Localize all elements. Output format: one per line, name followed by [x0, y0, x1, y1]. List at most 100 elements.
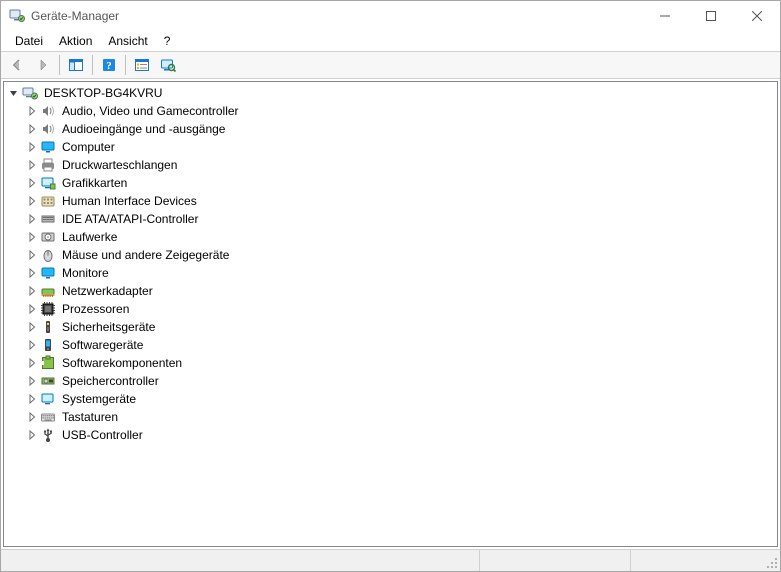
arrow-left-icon	[9, 57, 25, 73]
window-title: Geräte-Manager	[31, 9, 119, 23]
tree-category[interactable]: Computer	[6, 138, 777, 156]
collapse-icon[interactable]	[6, 85, 22, 101]
system-device-icon	[40, 391, 56, 407]
toolbar-separator	[92, 55, 93, 75]
tree-category[interactable]: Monitore	[6, 264, 777, 282]
expand-icon[interactable]	[24, 247, 40, 263]
tree-root-label: DESKTOP-BG4KVRU	[42, 86, 164, 100]
expand-icon[interactable]	[24, 337, 40, 353]
expand-icon[interactable]	[24, 103, 40, 119]
keyboard-icon	[40, 409, 56, 425]
expand-icon[interactable]	[24, 139, 40, 155]
ide-icon	[40, 211, 56, 227]
expand-icon[interactable]	[24, 193, 40, 209]
tree-category-label: Netzwerkadapter	[60, 284, 155, 298]
tree-category[interactable]: IDE ATA/ATAPI-Controller	[6, 210, 777, 228]
back-button[interactable]	[5, 53, 29, 77]
printer-icon	[40, 157, 56, 173]
display-adapter-icon	[40, 175, 56, 191]
tree-category[interactable]: Prozessoren	[6, 300, 777, 318]
tree-category-label: Grafikkarten	[60, 176, 129, 190]
statusbar	[1, 549, 780, 571]
menu-view[interactable]: Ansicht	[100, 32, 155, 50]
tree-category[interactable]: Laufwerke	[6, 228, 777, 246]
menu-help[interactable]: ?	[156, 32, 179, 50]
monitor-icon	[40, 265, 56, 281]
printer-icon	[40, 157, 56, 173]
expand-icon[interactable]	[24, 427, 40, 443]
usb-icon	[40, 427, 56, 443]
scan-hardware-button[interactable]	[156, 53, 180, 77]
tree-category[interactable]: Mäuse und andere Zeigegeräte	[6, 246, 777, 264]
maximize-button[interactable]	[688, 1, 734, 31]
device-tree[interactable]: DESKTOP-BG4KVRU Audio, Video und Gamecont…	[3, 81, 778, 547]
tree-category[interactable]: Human Interface Devices	[6, 192, 777, 210]
help-icon: ?	[101, 57, 117, 73]
minimize-button[interactable]	[642, 1, 688, 31]
tree-category[interactable]: USB-Controller	[6, 426, 777, 444]
monitor-icon	[40, 265, 56, 281]
scan-hardware-icon	[160, 57, 176, 73]
keyboard-icon	[40, 409, 56, 425]
software-component-icon	[40, 355, 56, 371]
resize-grip-icon[interactable]	[766, 557, 778, 569]
statusbar-cell	[631, 550, 780, 571]
security-icon	[40, 319, 56, 335]
properties-icon	[134, 57, 150, 73]
forward-button[interactable]	[31, 53, 55, 77]
show-hide-console-tree-button[interactable]	[64, 53, 88, 77]
drive-icon	[40, 229, 56, 245]
tree-category[interactable]: Softwarekomponenten	[6, 354, 777, 372]
tree-category-label: Laufwerke	[60, 230, 119, 244]
expand-icon[interactable]	[24, 301, 40, 317]
expand-icon[interactable]	[24, 175, 40, 191]
tree-category-label: Mäuse und andere Zeigegeräte	[60, 248, 231, 262]
expand-icon[interactable]	[24, 283, 40, 299]
tree-category[interactable]: Tastaturen	[6, 408, 777, 426]
ide-icon	[40, 211, 56, 227]
tree-root[interactable]: DESKTOP-BG4KVRU	[6, 84, 777, 102]
tree-category[interactable]: Sicherheitsgeräte	[6, 318, 777, 336]
tree-category[interactable]: Softwaregeräte	[6, 336, 777, 354]
display-adapter-icon	[40, 175, 56, 191]
expand-icon[interactable]	[24, 229, 40, 245]
tree-category-label: Audio, Video und Gamecontroller	[60, 104, 241, 118]
help-button[interactable]: ?	[97, 53, 121, 77]
properties-button[interactable]	[130, 53, 154, 77]
computer-root-icon	[22, 85, 38, 101]
expand-icon[interactable]	[24, 373, 40, 389]
tree-category[interactable]: Speichercontroller	[6, 372, 777, 390]
svg-text:?: ?	[106, 60, 112, 72]
monitor-icon	[40, 139, 56, 155]
speaker-icon	[40, 121, 56, 137]
expand-icon[interactable]	[24, 121, 40, 137]
storage-controller-icon	[40, 373, 56, 389]
tree-category[interactable]: Audioeingänge und -ausgänge	[6, 120, 777, 138]
storage-controller-icon	[40, 373, 56, 389]
expand-icon[interactable]	[24, 319, 40, 335]
close-button[interactable]	[734, 1, 780, 31]
expand-icon[interactable]	[24, 265, 40, 281]
arrow-right-icon	[35, 57, 51, 73]
expand-icon[interactable]	[24, 211, 40, 227]
tree-category-label: Prozessoren	[60, 302, 131, 316]
toolbar: ?	[1, 51, 780, 79]
software-component-icon	[40, 355, 56, 371]
tree-category-label: Human Interface Devices	[60, 194, 199, 208]
expand-icon[interactable]	[24, 355, 40, 371]
tree-category-label: IDE ATA/ATAPI-Controller	[60, 212, 200, 226]
network-icon	[40, 283, 56, 299]
tree-category[interactable]: Audio, Video und Gamecontroller	[6, 102, 777, 120]
menu-action[interactable]: Aktion	[51, 32, 100, 50]
expand-icon[interactable]	[24, 391, 40, 407]
software-device-icon	[40, 337, 56, 353]
expand-icon[interactable]	[24, 409, 40, 425]
tree-category[interactable]: Druckwarteschlangen	[6, 156, 777, 174]
tree-category-label: Systemgeräte	[60, 392, 138, 406]
tree-category[interactable]: Systemgeräte	[6, 390, 777, 408]
tree-category[interactable]: Netzwerkadapter	[6, 282, 777, 300]
tree-category[interactable]: Grafikkarten	[6, 174, 777, 192]
menu-file[interactable]: Datei	[7, 32, 51, 50]
expand-icon[interactable]	[24, 157, 40, 173]
menubar: Datei Aktion Ansicht ?	[1, 31, 780, 51]
